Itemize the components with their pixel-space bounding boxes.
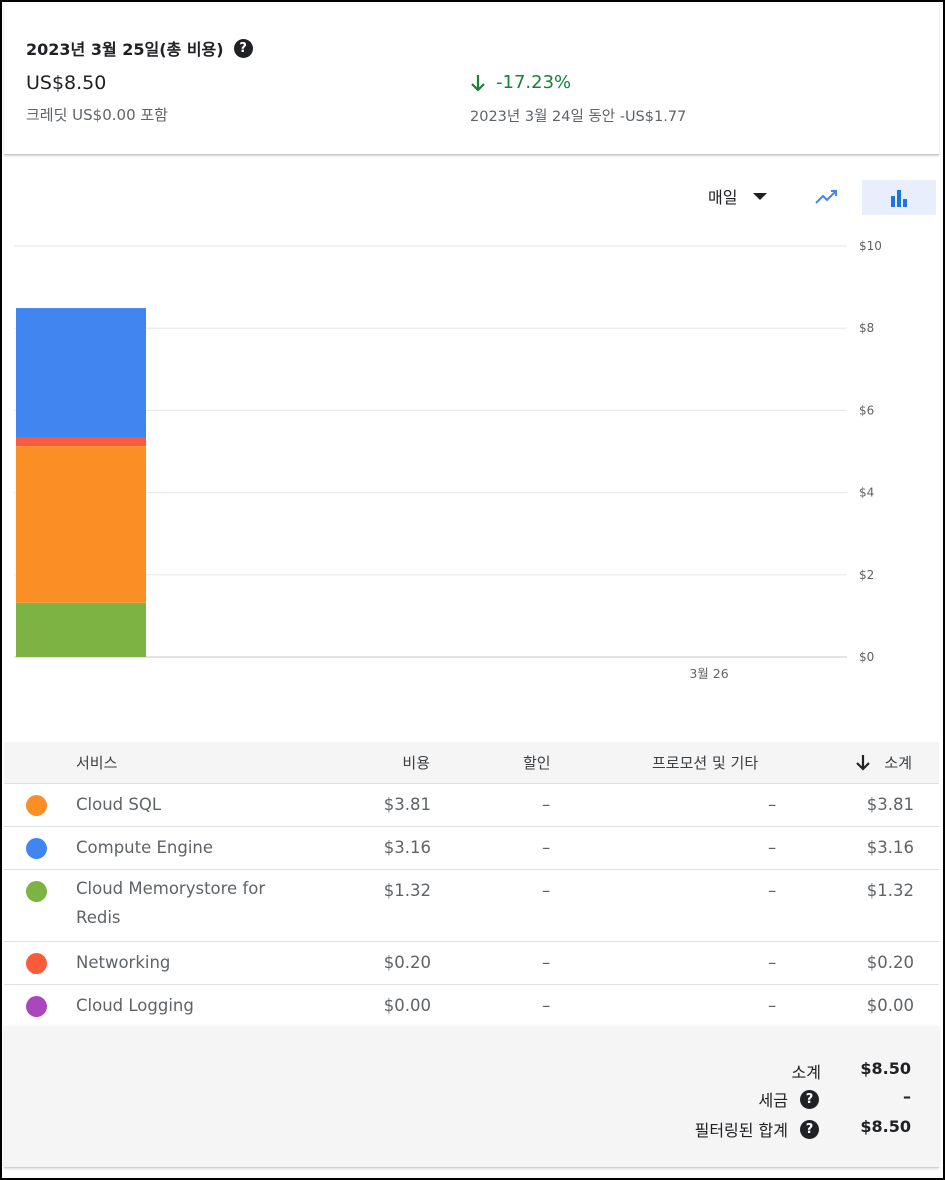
subtotal-label: 소계: [791, 1063, 821, 1082]
subtotal-row: 소계 $8.50: [4, 1059, 939, 1083]
header-promo[interactable]: 프로모션 및 기타: [652, 752, 758, 773]
bar-segment: [16, 437, 146, 447]
total-cost-amount: US$8.50: [26, 72, 107, 94]
service-subtotal: $1.32: [866, 881, 914, 900]
x-tick-label: 3월 26: [689, 666, 728, 681]
service-subtotal: $0.20: [866, 953, 914, 972]
service-color-dot: [26, 953, 47, 974]
service-cost: $3.81: [383, 795, 431, 814]
y-tick-label: $0: [859, 650, 874, 664]
y-tick-label: $10: [859, 239, 882, 253]
summary-title-text: 2023년 3월 25일(총 비용): [26, 40, 224, 59]
service-subtotal: $3.16: [866, 838, 914, 857]
service-name: Compute Engine: [76, 838, 214, 857]
service-subtotal: $0.00: [866, 996, 914, 1015]
service-promo: –: [768, 795, 777, 814]
service-color-dot: [26, 795, 47, 816]
service-promo: –: [768, 881, 777, 900]
trending-line-icon: [815, 190, 837, 204]
service-color-dot: [26, 996, 47, 1017]
billing-report-panel: 2023년 3월 25일(총 비용) ? US$8.50 크레딧 US$0.00…: [0, 0, 945, 1180]
table-row[interactable]: Cloud SQL $3.81 – – $3.81: [4, 784, 939, 827]
header-service[interactable]: 서비스: [76, 752, 117, 773]
header-subtotal-label: 소계: [884, 754, 912, 772]
service-name: Cloud Logging: [76, 996, 194, 1015]
help-icon[interactable]: ?: [800, 1089, 819, 1109]
bar-segment: [16, 602, 146, 657]
service-cost: $3.16: [383, 838, 431, 857]
tax-value: –: [903, 1087, 911, 1106]
service-name: Cloud Memorystore for Redis: [76, 879, 266, 927]
change-percent: -17.23%: [496, 72, 572, 93]
line-chart-toggle[interactable]: [807, 180, 845, 214]
credit-note: 크레딧 US$0.00 포함: [26, 106, 168, 124]
subtotal-value: $8.50: [860, 1059, 911, 1078]
bar-chart-icon: [891, 189, 907, 207]
help-icon[interactable]: ?: [800, 1119, 819, 1139]
y-tick-label: $6: [859, 403, 874, 417]
service-subtotal: $3.81: [866, 795, 914, 814]
totals-footer: 소계 $8.50 세금 ? – 필터링된 합계 ? $8.50: [4, 1026, 939, 1168]
table-row[interactable]: Compute Engine $3.16 – – $3.16: [4, 827, 939, 870]
tax-row: 세금 ? –: [4, 1087, 939, 1111]
service-promo: –: [768, 838, 777, 857]
service-promo: –: [768, 953, 777, 972]
service-discount: –: [542, 795, 551, 814]
filtered-total-row: 필터링된 합계 ? $8.50: [4, 1117, 939, 1141]
filtered-total-value: $8.50: [860, 1117, 911, 1136]
period-dropdown[interactable]: 매일: [708, 184, 768, 208]
service-discount: –: [542, 996, 551, 1015]
bar-segment: [16, 446, 146, 603]
cost-summary-card: 2023년 3월 25일(총 비용) ? US$8.50 크레딧 US$0.00…: [4, 4, 939, 155]
header-discount[interactable]: 할인: [523, 752, 551, 773]
filtered-total-label: 필터링된 합계: [694, 1121, 788, 1140]
table-row[interactable]: Cloud Logging $0.00 – – $0.00: [4, 985, 939, 1028]
y-tick-label: $4: [859, 486, 874, 500]
service-color-dot: [26, 838, 47, 859]
header-cost[interactable]: 비용: [402, 752, 430, 773]
help-icon[interactable]: ?: [233, 38, 253, 58]
service-color-dot: [26, 881, 47, 902]
y-tick-label: $2: [859, 568, 874, 582]
service-cost: $0.20: [383, 953, 431, 972]
service-promo: –: [768, 996, 777, 1015]
sort-arrow-down-icon: [856, 755, 871, 771]
services-table: 서비스 비용 할인 프로모션 및 기타 소계 Cloud SQL $3.81 –…: [4, 742, 939, 1028]
service-discount: –: [542, 838, 551, 857]
service-name: Networking: [76, 953, 171, 972]
cost-bar-chart: $0 $2 $4 $6 $8 $10 3월 26: [14, 239, 882, 681]
cost-change: -17.23%: [470, 72, 571, 93]
header-subtotal[interactable]: 소계: [856, 752, 912, 773]
period-dropdown-label: 매일: [708, 188, 738, 207]
service-cost: $0.00: [383, 996, 431, 1015]
summary-title: 2023년 3월 25일(총 비용) ?: [26, 36, 253, 60]
table-row[interactable]: Cloud Memorystore for Redis $1.32 – – $1…: [4, 870, 939, 942]
table-row[interactable]: Networking $0.20 – – $0.20: [4, 942, 939, 985]
caret-down-icon: [753, 192, 768, 200]
bar-segment: [16, 308, 146, 438]
comparison-note: 2023년 3월 24일 동안 -US$1.77: [470, 109, 687, 125]
table-header: 서비스 비용 할인 프로모션 및 기타 소계: [4, 742, 939, 784]
service-discount: –: [542, 881, 551, 900]
service-discount: –: [542, 953, 551, 972]
bar-chart-toggle[interactable]: [862, 180, 936, 215]
arrow-down-icon: [471, 74, 485, 92]
filtered-label-wrap: 필터링된 합계 ?: [695, 1117, 819, 1141]
tax-label: 세금: [758, 1091, 788, 1110]
service-name: Cloud SQL: [76, 795, 162, 814]
service-cost: $1.32: [383, 881, 431, 900]
tax-label-wrap: 세금 ?: [759, 1087, 819, 1111]
y-tick-label: $8: [859, 321, 874, 335]
